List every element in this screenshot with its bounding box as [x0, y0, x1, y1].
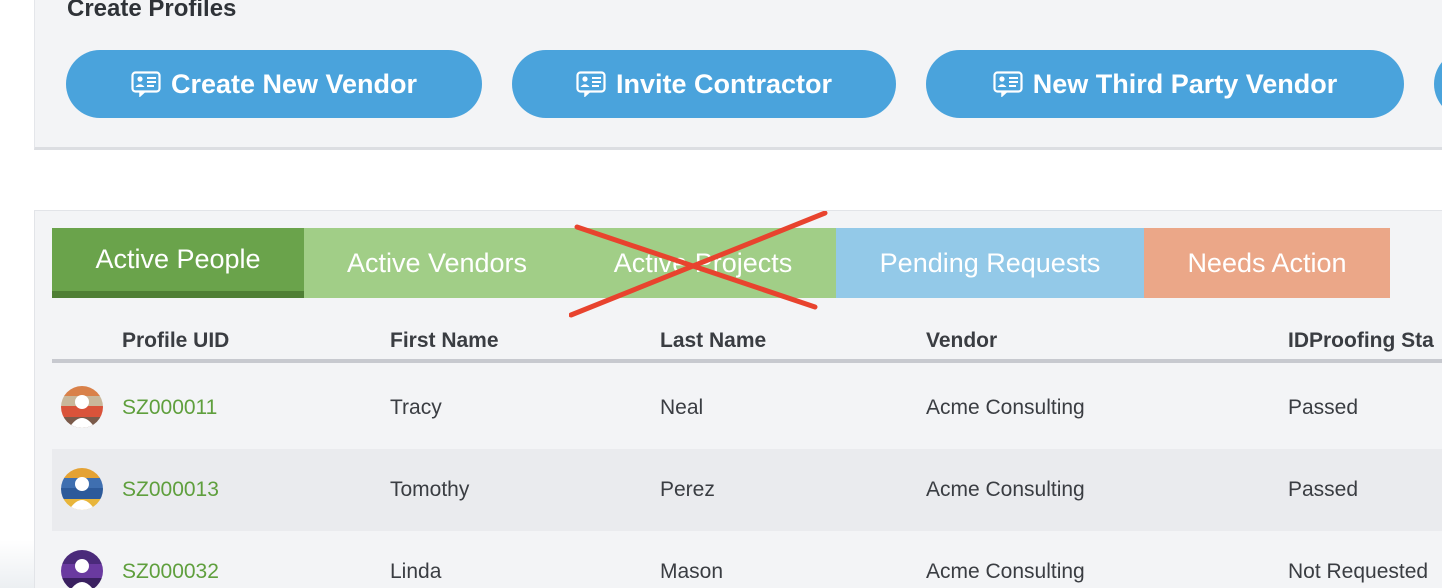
column-header-last-name[interactable]: Last Name — [660, 329, 766, 353]
profiles-panel: Active People Active Vendors Active Proj… — [34, 210, 1442, 588]
column-header-profile-uid[interactable]: Profile UID — [122, 329, 229, 353]
tab-pending-requests[interactable]: Pending Requests — [836, 228, 1144, 298]
profile-uid-link[interactable]: SZ000032 — [122, 531, 219, 588]
first-name-cell: Tracy — [390, 396, 442, 419]
avatar — [61, 386, 103, 428]
id-card-icon — [576, 71, 606, 97]
first-name-cell: Linda — [390, 560, 442, 583]
new-third-party-vendor-button[interactable]: New Third Party Vendor — [926, 50, 1404, 118]
table-header: Profile UID First Name Last Name Vendor … — [52, 299, 1442, 363]
last-name-cell: Perez — [660, 478, 715, 501]
idproofing-status-cell: Passed — [1288, 478, 1359, 501]
create-profiles-card: Create Profiles Create New Vendor Invite… — [34, 0, 1442, 150]
vendor-cell: Acme Consulting — [926, 478, 1085, 501]
table-row[interactable]: SZ000032 Linda Mason Acme Consulting Not… — [52, 531, 1442, 588]
tab-active-projects[interactable]: Active Projects — [570, 228, 836, 298]
column-header-first-name[interactable]: First Name — [390, 329, 499, 353]
new-third-party-vendor-label: New Third Party Vendor — [1032, 68, 1338, 99]
invite-contractor-button[interactable]: Invite Contractor — [512, 50, 896, 118]
left-edge-shadow — [0, 540, 34, 588]
tab-needs-action-label: Needs Action — [1187, 247, 1347, 278]
vendor-cell: Acme Consulting — [926, 396, 1085, 419]
column-header-vendor[interactable]: Vendor — [926, 329, 997, 353]
idproofing-status-cell: Not Requested — [1288, 560, 1429, 583]
create-new-vendor-label: Create New Vendor — [170, 68, 418, 99]
more-create-button[interactable] — [1434, 50, 1442, 118]
idproofing-status-cell: Passed — [1288, 396, 1359, 419]
tab-needs-action[interactable]: Needs Action — [1144, 228, 1390, 298]
table-row[interactable]: SZ000011 Tracy Neal Acme Consulting Pass… — [52, 367, 1442, 449]
column-header-idproofing-status[interactable]: IDProofing Sta — [1288, 329, 1434, 353]
last-name-cell: Neal — [660, 396, 704, 419]
create-new-vendor-button[interactable]: Create New Vendor — [66, 50, 482, 118]
vendor-cell: Acme Consulting — [926, 560, 1085, 583]
tab-active-people[interactable]: Active People — [52, 228, 304, 298]
avatar — [61, 468, 103, 510]
tab-pending-requests-label: Pending Requests — [879, 247, 1101, 278]
profile-uid-link[interactable]: SZ000013 — [122, 449, 219, 531]
invite-contractor-label: Invite Contractor — [615, 68, 833, 99]
table-row[interactable]: SZ000013 Tomothy Perez Acme Consulting P… — [52, 449, 1442, 531]
tab-active-people-label: Active People — [95, 244, 261, 274]
tab-active-vendors-label: Active Vendors — [346, 247, 528, 278]
create-profiles-title: Create Profiles — [67, 0, 237, 22]
tab-active-projects-label: Active Projects — [613, 247, 793, 278]
avatar — [61, 550, 103, 588]
profile-uid-link[interactable]: SZ000011 — [122, 367, 217, 449]
last-name-cell: Mason — [660, 560, 724, 583]
profile-tabs: Active People Active Vendors Active Proj… — [52, 228, 1390, 298]
id-card-icon — [131, 71, 161, 97]
page-root: Create Profiles Create New Vendor Invite… — [0, 0, 1442, 588]
first-name-cell: Tomothy — [390, 478, 470, 501]
id-card-icon — [993, 71, 1023, 97]
tab-active-vendors[interactable]: Active Vendors — [304, 228, 570, 298]
